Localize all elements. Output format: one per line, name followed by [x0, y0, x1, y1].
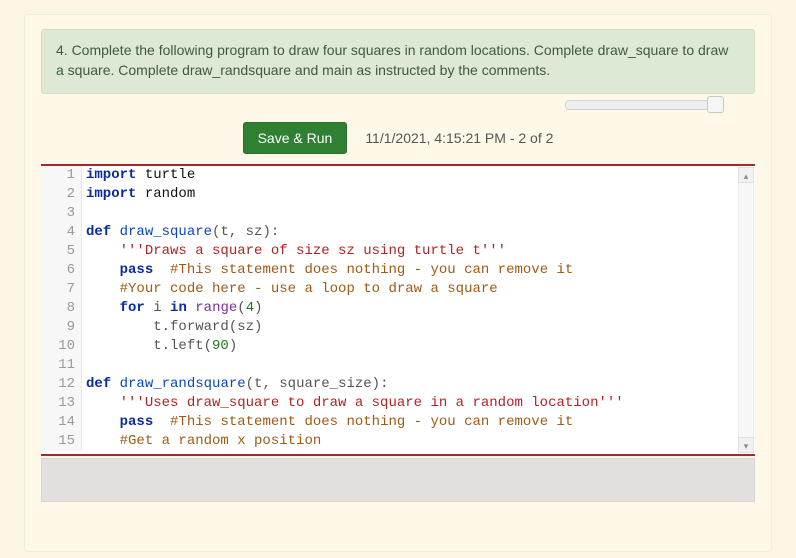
- question-text: 4. Complete the following program to dra…: [56, 42, 728, 78]
- code-content[interactable]: t.forward(sz): [82, 318, 737, 337]
- scroll-down-button[interactable]: ▾: [738, 437, 754, 453]
- slider-thumb[interactable]: [707, 96, 724, 113]
- code-line[interactable]: 8 for i in range(4): [41, 299, 737, 318]
- code-line[interactable]: 4def draw_square(t, sz):: [41, 223, 737, 242]
- line-number: 1: [41, 166, 82, 185]
- line-number: 2: [41, 185, 82, 204]
- question-prompt: 4. Complete the following program to dra…: [41, 29, 755, 94]
- code-line[interactable]: 9 t.forward(sz): [41, 318, 737, 337]
- line-number: 7: [41, 280, 82, 299]
- code-line[interactable]: 7 #Your code here - use a loop to draw a…: [41, 280, 737, 299]
- scrollbar-track[interactable]: [738, 183, 754, 437]
- history-slider[interactable]: [565, 100, 717, 110]
- line-number: 12: [41, 375, 82, 394]
- line-number: 11: [41, 356, 82, 375]
- code-line[interactable]: 1import turtle: [41, 166, 737, 185]
- code-content[interactable]: #Get a random x position: [82, 432, 737, 451]
- code-content[interactable]: '''Uses draw_square to draw a square in …: [82, 394, 737, 413]
- code-content[interactable]: #Your code here - use a loop to draw a s…: [82, 280, 737, 299]
- code-content[interactable]: '''Draws a square of size sz using turtl…: [82, 242, 737, 261]
- line-number: 13: [41, 394, 82, 413]
- save-run-button[interactable]: Save & Run: [243, 122, 348, 154]
- code-content[interactable]: for i in range(4): [82, 299, 737, 318]
- code-line[interactable]: 15 #Get a random x position: [41, 432, 737, 451]
- code-content[interactable]: import turtle: [82, 166, 737, 185]
- code-content[interactable]: def draw_randsquare(t, square_size):: [82, 375, 737, 394]
- code-line[interactable]: 14 pass #This statement does nothing - y…: [41, 413, 737, 432]
- code-line[interactable]: 11: [41, 356, 737, 375]
- line-number: 9: [41, 318, 82, 337]
- code-line[interactable]: 12def draw_randsquare(t, square_size):: [41, 375, 737, 394]
- line-number: 15: [41, 432, 82, 451]
- line-number: 14: [41, 413, 82, 432]
- code-line[interactable]: 6 pass #This statement does nothing - yo…: [41, 261, 737, 280]
- editor-toolbar: Save & Run 11/1/2021, 4:15:21 PM - 2 of …: [41, 104, 755, 154]
- line-number: 4: [41, 223, 82, 242]
- code-line[interactable]: 5 '''Draws a square of size sz using tur…: [41, 242, 737, 261]
- code-line[interactable]: 13 '''Uses draw_square to draw a square …: [41, 394, 737, 413]
- scroll-up-button[interactable]: ▴: [738, 167, 754, 183]
- line-number: 5: [41, 242, 82, 261]
- code-line[interactable]: 2import random: [41, 185, 737, 204]
- line-number: 6: [41, 261, 82, 280]
- slider-track: [565, 100, 717, 110]
- output-panel: [41, 458, 755, 502]
- line-number: 8: [41, 299, 82, 318]
- code-content[interactable]: [82, 204, 737, 223]
- code-editor[interactable]: ▴ ▾ 1import turtle2import random34def dr…: [41, 164, 755, 456]
- code-line[interactable]: 10 t.left(90): [41, 337, 737, 356]
- code-line[interactable]: 3: [41, 204, 737, 223]
- code-content[interactable]: pass #This statement does nothing - you …: [82, 413, 737, 432]
- code-content[interactable]: def draw_square(t, sz):: [82, 223, 737, 242]
- code-content[interactable]: [82, 356, 737, 375]
- code-content[interactable]: import random: [82, 185, 737, 204]
- line-number: 10: [41, 337, 82, 356]
- code-content[interactable]: pass #This statement does nothing - you …: [82, 261, 737, 280]
- code-content[interactable]: t.left(90): [82, 337, 737, 356]
- run-timestamp: 11/1/2021, 4:15:21 PM - 2 of 2: [365, 130, 553, 146]
- line-number: 3: [41, 204, 82, 223]
